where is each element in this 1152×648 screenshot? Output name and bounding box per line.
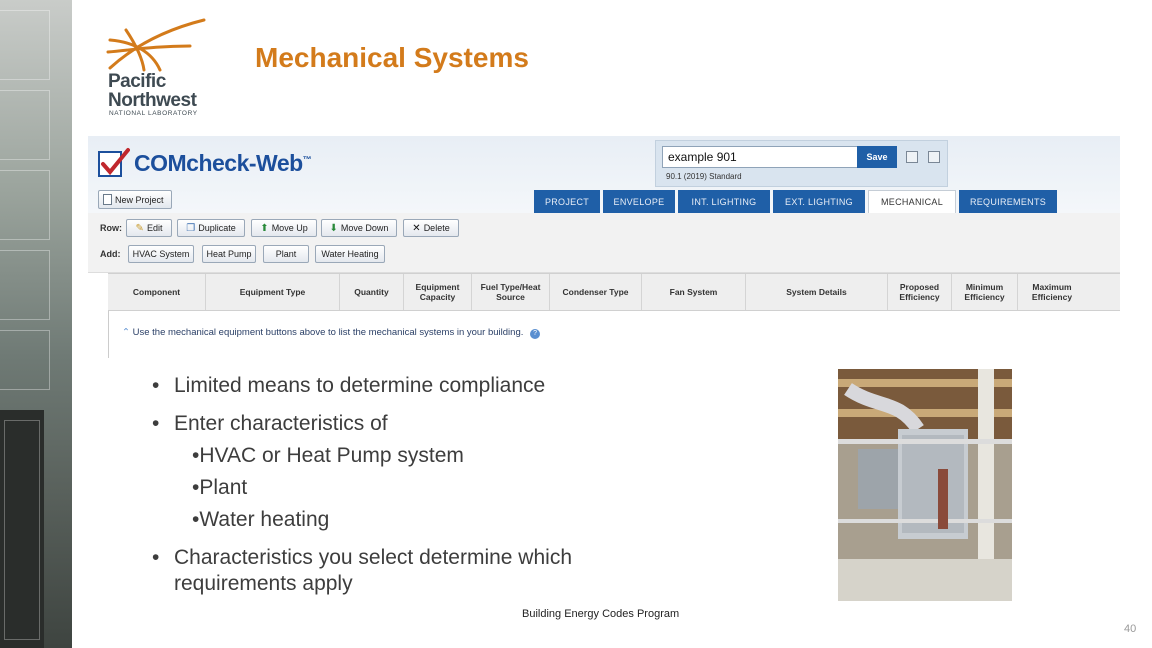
- slide-title: Mechanical Systems: [255, 42, 529, 73]
- table-left-border: [108, 311, 109, 358]
- new-project-label: New Project: [115, 194, 164, 205]
- column-header: Equipment Type: [206, 274, 340, 310]
- save-button[interactable]: Save: [857, 146, 897, 168]
- column-header: Maximum Efficiency: [1031, 282, 1073, 302]
- new-project-button[interactable]: New Project: [98, 190, 172, 209]
- logo-line-2: Northwest: [108, 90, 197, 111]
- building-photo-strip: [0, 0, 72, 648]
- add-plant-button[interactable]: Plant: [263, 245, 309, 263]
- new-document-icon: [103, 194, 112, 205]
- column-header: Minimum Efficiency: [952, 274, 1018, 310]
- standard-label: 90.1 (2019) Standard: [666, 172, 742, 181]
- sub-bullet-item: •HVAC or Heat Pump system: [192, 444, 464, 467]
- add-hvac-system-button[interactable]: HVAC System: [128, 245, 194, 263]
- pnnl-logo: Pacific Northwest NATIONAL LABORATORY: [104, 16, 214, 120]
- tab-ext-lighting[interactable]: EXT. LIGHTING: [773, 190, 865, 213]
- copy-icon[interactable]: [906, 151, 918, 163]
- project-box: example 901 Save 90.1 (2019) Standard: [655, 140, 948, 187]
- main-tabs: PROJECT ENVELOPE INT. LIGHTING EXT. LIGH…: [534, 190, 1057, 213]
- bullet-item: • Enter characteristics of: [152, 412, 388, 435]
- column-header: Condenser Type: [550, 274, 642, 310]
- pnnl-arcs-icon: [106, 18, 206, 72]
- column-header: Component: [108, 274, 206, 310]
- column-header: Fan System: [642, 274, 746, 310]
- brand: COMcheck-Web™: [96, 146, 312, 180]
- move-down-button[interactable]: ⬇ Move Down: [321, 219, 397, 237]
- column-header: Quantity: [340, 274, 404, 310]
- pencil-icon: ✎: [135, 222, 144, 234]
- tab-requirements[interactable]: REQUIREMENTS: [959, 190, 1057, 213]
- mechanical-ductwork-photo: [838, 369, 1012, 601]
- column-header: Proposed Efficiency: [888, 274, 952, 310]
- close-icon: ✕: [412, 222, 421, 234]
- delete-button[interactable]: ✕ Delete: [403, 219, 459, 237]
- row-label: Row:: [100, 223, 122, 233]
- column-header: Equipment Capacity: [404, 274, 472, 310]
- toolbar: Row: ✎ Edit ❐ Duplicate ⬆ Move Up ⬇ Move Dow…: [88, 213, 1120, 273]
- empty-table-hint: ⌃ Use the mechanical equipment buttons a…: [122, 327, 541, 339]
- add-label: Add:: [100, 249, 121, 259]
- logo-line-3: NATIONAL LABORATORY: [109, 110, 198, 117]
- add-heat-pump-button[interactable]: Heat Pump: [202, 245, 256, 263]
- brand-text: COMcheck-Web™: [134, 149, 312, 176]
- app-header: COMcheck-Web™ New Project example 901 Sa…: [88, 136, 1120, 213]
- comcheck-app: COMcheck-Web™ New Project example 901 Sa…: [88, 136, 1120, 358]
- slide-footer: Building Energy Codes Program: [522, 608, 680, 620]
- help-icon[interactable]: ?: [530, 329, 541, 339]
- project-name-input[interactable]: example 901: [662, 146, 858, 168]
- tab-project[interactable]: PROJECT: [534, 190, 600, 213]
- sub-bullet-item: •Plant: [192, 476, 248, 499]
- bullet-item-continuation: requirements apply: [174, 572, 353, 595]
- page-number: 40: [1124, 623, 1137, 635]
- tab-mechanical[interactable]: MECHANICAL: [868, 190, 956, 213]
- up-arrow-icon: ⌃: [122, 327, 130, 338]
- column-header: System Details: [746, 274, 888, 310]
- export-icon[interactable]: [928, 151, 940, 163]
- table-header: Component Equipment Type Quantity Equipm…: [108, 273, 1120, 311]
- duplicate-button[interactable]: ❐ Duplicate: [177, 219, 245, 237]
- duplicate-icon: ❐: [186, 222, 196, 234]
- add-water-heating-button[interactable]: Water Heating: [315, 245, 385, 263]
- comcheck-logo-icon: [98, 148, 130, 177]
- sub-bullet-item: •Water heating: [192, 508, 330, 531]
- arrow-up-icon: ⬆: [260, 222, 269, 234]
- arrow-down-icon: ⬇: [329, 222, 338, 234]
- logo-line-1: Pacific: [108, 71, 166, 92]
- bullet-item: • Characteristics you select determine wh…: [152, 546, 572, 569]
- tab-int-lighting[interactable]: INT. LIGHTING: [678, 190, 770, 213]
- column-header: Fuel Type/Heat Source: [472, 274, 550, 310]
- tab-envelope[interactable]: ENVELOPE: [603, 190, 675, 213]
- edit-button[interactable]: ✎ Edit: [126, 219, 172, 237]
- bullet-item: • Limited means to determine compliance: [152, 374, 546, 397]
- move-up-button[interactable]: ⬆ Move Up: [251, 219, 317, 237]
